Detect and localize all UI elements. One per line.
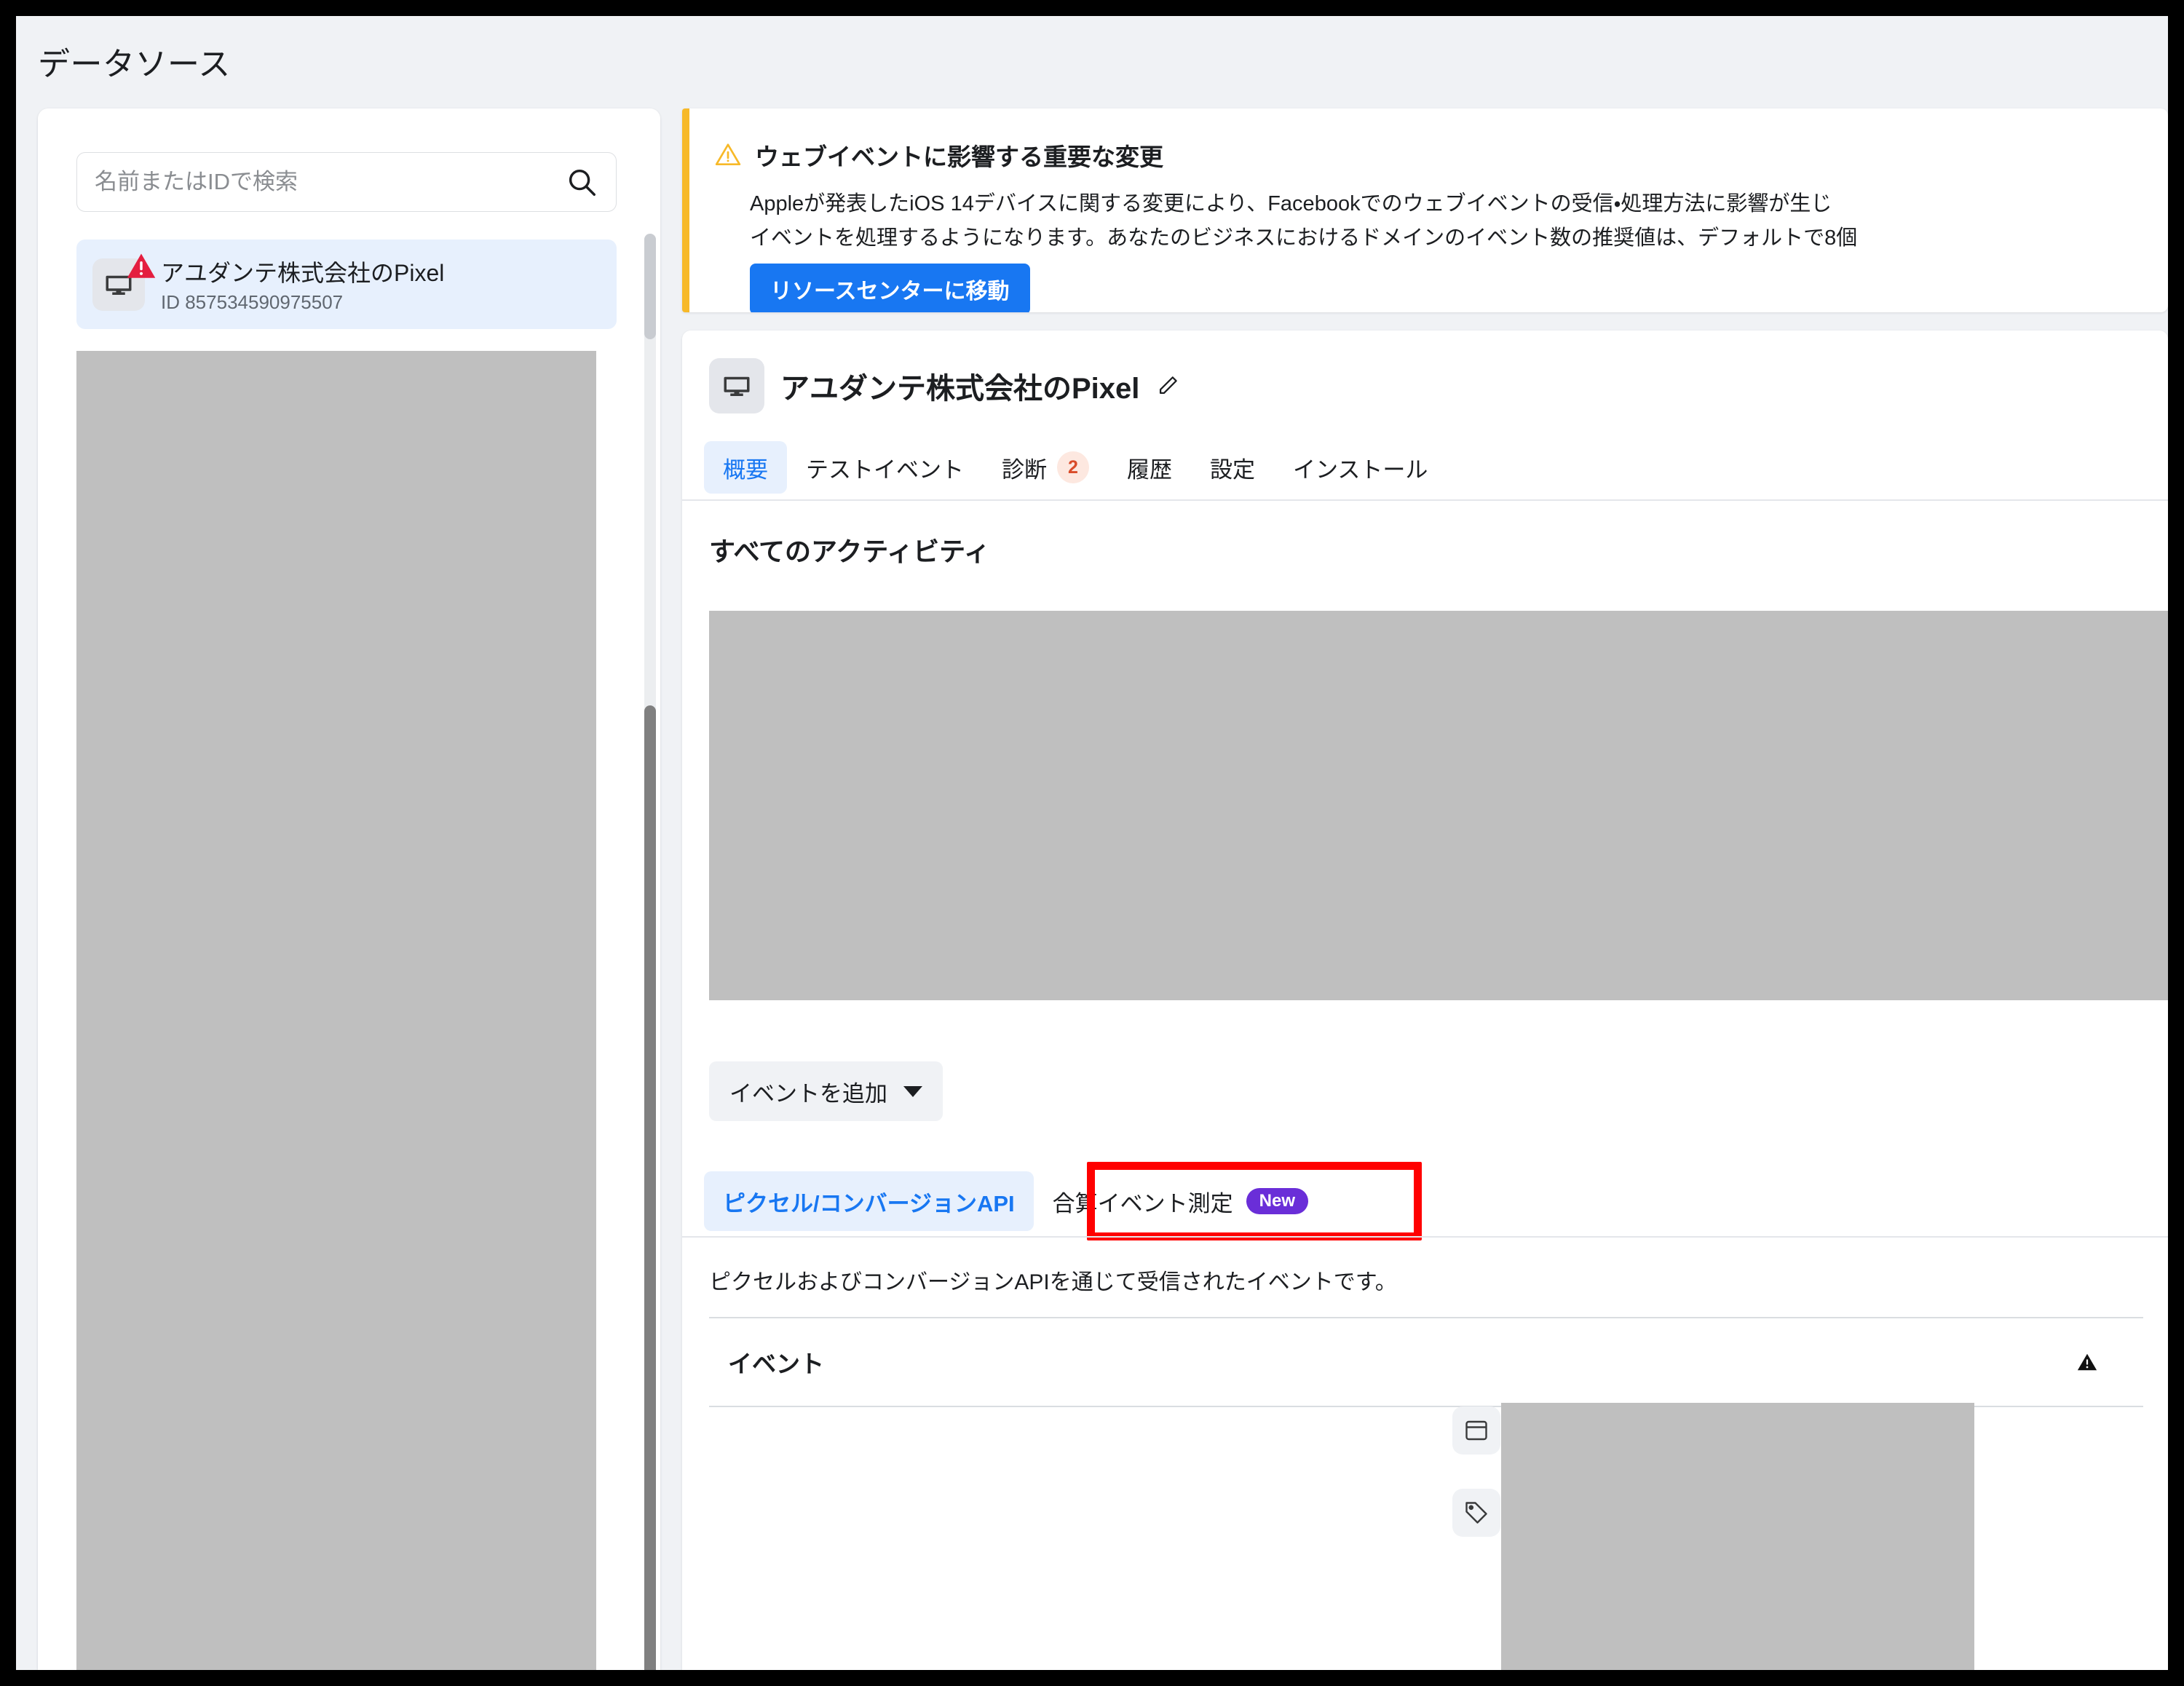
warning-triangle-icon xyxy=(127,253,156,278)
tab-test-events[interactable]: テストイベント xyxy=(787,441,983,494)
tab-diagnostics[interactable]: 診断 2 xyxy=(983,441,1108,494)
pixel-monitor-icon xyxy=(724,376,750,396)
subtab-aggregated-event-measurement[interactable]: 合算イベント測定 New xyxy=(1034,1171,1327,1231)
data-sources-sidebar: アユダンテ株式会社のPixel ID 857534590975507 xyxy=(38,108,660,1670)
web-events-notice-card: ウェブイベントに影響する重要な変更 Appleが発表したiOS 14デバイスに関… xyxy=(682,108,2168,312)
search-field-wrapper xyxy=(76,152,617,212)
subtabs-divider xyxy=(682,1236,2168,1238)
tab-label: 概要 xyxy=(723,456,768,483)
search-input[interactable] xyxy=(95,169,565,195)
resource-center-button[interactable]: リソースセンターに移動 xyxy=(750,264,1030,312)
pixel-name: アユダンテ株式会社のPixel xyxy=(780,373,1140,405)
tab-history[interactable]: 履歴 xyxy=(1108,441,1191,494)
main-content: ウェブイベントに影響する重要な変更 Appleが発表したiOS 14デバイスに関… xyxy=(682,108,2168,1670)
activity-chart-placeholder xyxy=(709,611,2168,1000)
notice-title: ウェブイベントに影響する重要な変更 xyxy=(755,143,1163,170)
sidebar-scrollbar-thumb-upper[interactable] xyxy=(644,234,656,339)
notice-header: ウェブイベントに影響する重要な変更 xyxy=(714,138,1163,173)
avatar xyxy=(709,358,764,413)
browser-window-icon xyxy=(1465,1420,1487,1441)
sidebar-content-placeholder xyxy=(76,351,596,1670)
tab-label: インストール xyxy=(1293,456,1428,483)
tab-install[interactable]: インストール xyxy=(1274,441,1447,494)
tab-label: 設定 xyxy=(1210,456,1255,483)
warning-triangle-icon xyxy=(715,143,741,166)
sidebar-scrollbar-thumb[interactable] xyxy=(644,705,656,1670)
notice-body-line-2: イベントを処理するようになります。あなたのビジネスにおけるドメインのイベント数の… xyxy=(750,226,1858,250)
column-header-event: イベント xyxy=(728,1350,824,1377)
events-table-header: イベント xyxy=(709,1317,2143,1407)
notice-body-line-1: Appleが発表したiOS 14デバイスに関する変更により、Facebookでの… xyxy=(750,192,1832,215)
table-row[interactable] xyxy=(1452,1489,1500,1537)
tab-label: 診断 xyxy=(1002,456,1047,483)
events-table-row-icons xyxy=(1452,1406,1500,1537)
event-source-subtabs: ピクセル/コンバージョンAPI 合算イベント測定 New xyxy=(704,1171,1327,1231)
subtab-pixel-conversions-api[interactable]: ピクセル/コンバージョンAPI xyxy=(704,1171,1034,1231)
avatar xyxy=(92,253,156,311)
tag-icon xyxy=(1465,1502,1487,1524)
notice-body: Appleが発表したiOS 14デバイスに関する変更により、Facebookでの… xyxy=(750,187,2168,256)
new-badge: New xyxy=(1246,1188,1309,1214)
search-icon[interactable] xyxy=(565,165,598,199)
status-badge: 2 xyxy=(1057,451,1089,483)
subtab-label: 合算イベント測定 xyxy=(1052,1190,1233,1216)
search-box[interactable] xyxy=(76,152,617,212)
section-title-all-activity: すべてのアクティビティ xyxy=(709,537,990,566)
sidebar-item-label: アユダンテ株式会社のPixel xyxy=(161,260,445,286)
events-table-placeholder xyxy=(1501,1403,1974,1670)
pixel-header: アユダンテ株式会社のPixel xyxy=(709,358,1180,413)
warning-triangle-icon[interactable] xyxy=(2076,1351,2098,1373)
subtab-label: ピクセル/コンバージョンAPI xyxy=(723,1190,1015,1216)
page-title: データソース xyxy=(38,47,231,82)
sidebar-item-texts: アユダンテ株式会社のPixel ID 857534590975507 xyxy=(161,255,444,314)
app-frame: データソース 名前またはIDで検索 アユダンテ株式会社のPixel ID 857… xyxy=(16,16,2168,1670)
pixel-tabs: 概要 テストイベント 診断 2 履歴 設定 インストール xyxy=(704,441,1447,494)
subtitle-note: ピクセルおよびコンバージョンAPIを通じて受信されたイベントです。 xyxy=(709,1270,1397,1294)
chevron-down-icon xyxy=(903,1085,922,1097)
sidebar-item-pixel[interactable]: アユダンテ株式会社のPixel ID 857534590975507 xyxy=(76,240,617,329)
pencil-icon[interactable] xyxy=(1155,373,1180,398)
pixel-detail-card: アユダンテ株式会社のPixel 概要 テストイベント 診断 2 履歴 設定 イン… xyxy=(682,331,2168,1670)
tab-label: テストイベント xyxy=(806,456,964,483)
table-row[interactable] xyxy=(1452,1406,1500,1455)
sidebar-item-id: ID 857534590975507 xyxy=(161,291,344,313)
add-event-label: イベントを追加 xyxy=(729,1080,887,1107)
tab-label: 履歴 xyxy=(1127,456,1172,483)
tabs-divider xyxy=(682,499,2168,501)
tab-overview[interactable]: 概要 xyxy=(704,441,787,494)
add-event-button[interactable]: イベントを追加 xyxy=(709,1061,943,1121)
tab-settings[interactable]: 設定 xyxy=(1191,441,1274,494)
